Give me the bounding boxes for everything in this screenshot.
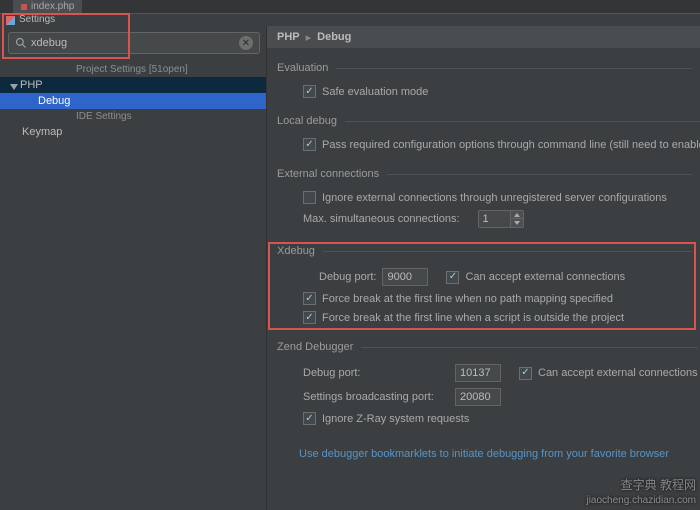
expand-icon[interactable] (10, 81, 18, 89)
group-legend: External connections (277, 168, 387, 180)
group-local-debug: Local debug Pass required configuration … (277, 115, 700, 154)
group-legend: Evaluation (277, 62, 336, 74)
group-zend-debugger: Zend Debugger Debug port: 10137 Can acce… (277, 341, 698, 428)
label-safe-eval: Safe evaluation mode (322, 86, 428, 98)
bookmarklets-link[interactable]: Use debugger bookmarklets to initiate de… (273, 448, 669, 460)
settings-title-bar: Settings (0, 13, 700, 26)
crumb-debug: Debug (317, 31, 351, 43)
label-xdebug-port: Debug port: (319, 271, 376, 283)
editor-tab-strip: index.php (0, 0, 700, 13)
tree-label: Debug (38, 95, 70, 107)
checkbox-break-nomap[interactable] (303, 292, 316, 305)
group-external-connections: External connections Ignore external con… (277, 168, 692, 231)
settings-icon (6, 16, 15, 25)
label-break-outside: Force break at the first line when a scr… (322, 312, 624, 324)
zend-port-input[interactable]: 10137 (455, 364, 501, 382)
tree-node-keymap[interactable]: Keymap (0, 124, 266, 140)
group-xdebug: Xdebug Debug port: 9000 Can accept exter… (277, 245, 692, 327)
group-legend: Local debug (277, 115, 345, 127)
checkbox-safe-eval[interactable] (303, 85, 316, 98)
php-file-icon (21, 4, 27, 10)
breadcrumb: PHP ▸ Debug (267, 26, 700, 48)
label-zend-bcport: Settings broadcasting port: (303, 391, 449, 403)
label-break-nomap: Force break at the first line when no pa… (322, 293, 613, 305)
tree-node-debug[interactable]: Debug (0, 93, 266, 109)
label-max-conn: Max. simultaneous connections: (303, 213, 460, 225)
label-zend-accept: Can accept external connections (538, 367, 698, 379)
label-zend-zray: Ignore Z-Ray system requests (322, 413, 469, 425)
tree-label: PHP (20, 79, 43, 91)
xdebug-port-input[interactable]: 9000 (382, 268, 428, 286)
step-down-icon[interactable] (511, 219, 523, 227)
checkbox-break-outside[interactable] (303, 311, 316, 324)
group-legend: Zend Debugger (277, 341, 361, 353)
category-project: Project Settings [51open] (0, 62, 266, 77)
step-up-icon[interactable] (511, 211, 523, 219)
label-ignore-external: Ignore external connections through unre… (322, 192, 667, 204)
checkbox-ignore-external[interactable] (303, 191, 316, 204)
clear-search-icon[interactable]: ✕ (239, 36, 253, 50)
search-icon (15, 37, 27, 49)
settings-tree: Project Settings [51open] PHP Debug IDE … (0, 60, 266, 510)
label-pass-config: Pass required configuration options thro… (322, 139, 700, 151)
checkbox-xdebug-accept[interactable] (446, 271, 459, 284)
group-legend: Xdebug (277, 245, 323, 257)
chevron-right-icon: ▸ (306, 31, 312, 44)
search-input[interactable] (31, 37, 235, 49)
checkbox-pass-config[interactable] (303, 138, 316, 151)
group-evaluation: Evaluation Safe evaluation mode (277, 62, 692, 101)
tree-node-php[interactable]: PHP (0, 77, 266, 93)
zend-bcport-input[interactable]: 20080 (455, 388, 501, 406)
checkbox-zend-accept[interactable] (519, 367, 532, 380)
checkbox-zend-zray[interactable] (303, 412, 316, 425)
settings-content: Evaluation Safe evaluation mode Local de… (267, 48, 700, 510)
crumb-php: PHP (277, 31, 300, 43)
max-conn-value[interactable]: 1 (478, 210, 510, 228)
settings-sidebar: ✕ Project Settings [51open] PHP Debug ID… (0, 26, 266, 510)
editor-tab-label: index.php (31, 1, 74, 13)
search-box[interactable]: ✕ (8, 32, 260, 54)
editor-tab-index[interactable]: index.php (13, 0, 82, 13)
category-ide: IDE Settings (0, 109, 266, 124)
label-zend-port: Debug port: (303, 367, 449, 379)
settings-title: Settings (19, 14, 55, 26)
max-connections-stepper[interactable]: 1 (478, 210, 524, 228)
tree-label: Keymap (22, 126, 62, 138)
label-xdebug-accept: Can accept external connections (465, 271, 625, 283)
